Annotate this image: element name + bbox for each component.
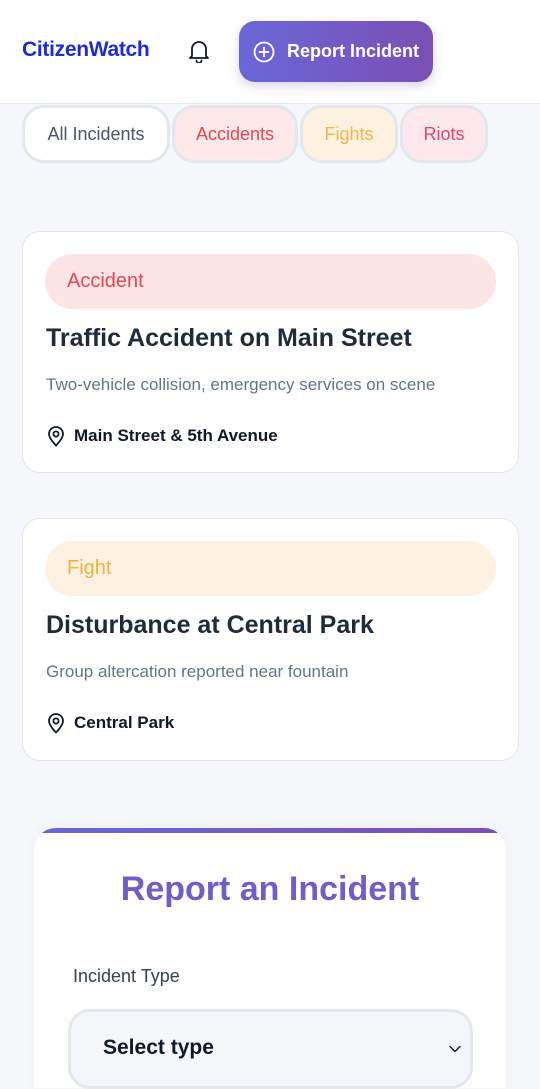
- chevron-down-icon: [448, 1042, 462, 1056]
- incident-title: Disturbance at Central Park: [46, 611, 374, 639]
- incident-location: Central Park: [46, 712, 174, 734]
- filter-fights[interactable]: Fights: [300, 105, 398, 163]
- incident-location: Main Street & 5th Avenue: [46, 425, 278, 447]
- incident-location-text: Central Park: [74, 713, 175, 732]
- filter-all-incidents[interactable]: All Incidents: [22, 105, 170, 163]
- incident-type-badge: Fight: [45, 541, 496, 596]
- report-incident-button[interactable]: Report Incident: [239, 21, 433, 82]
- brand-logo[interactable]: CitizenWatch: [22, 38, 150, 62]
- incident-type-select[interactable]: Select type: [68, 1009, 473, 1089]
- incident-description: Group altercation reported near fountain: [46, 662, 349, 681]
- plus-circle-icon: [253, 41, 275, 63]
- incident-card[interactable]: Accident Traffic Accident on Main Street…: [22, 231, 519, 473]
- form-accent-bar: [34, 828, 506, 833]
- incident-type-label: Incident Type: [73, 966, 180, 986]
- incident-title: Traffic Accident on Main Street: [46, 324, 412, 352]
- location-pin-icon: [46, 712, 66, 734]
- report-form-title: Report an Incident: [120, 870, 420, 908]
- top-bar: CitizenWatch Report Incident: [0, 0, 540, 104]
- incident-location-text: Main Street & 5th Avenue: [74, 426, 278, 445]
- location-pin-icon: [46, 425, 66, 447]
- incident-type-value: Select type: [103, 1036, 214, 1059]
- incident-type-badge: Accident: [45, 254, 496, 309]
- filter-accidents[interactable]: Accidents: [172, 105, 298, 163]
- bell-icon[interactable]: [186, 38, 212, 64]
- incident-filter-bar: All Incidents Accidents Fights Riots: [22, 105, 522, 165]
- report-incident-label: Report Incident: [286, 41, 419, 61]
- incident-card[interactable]: Fight Disturbance at Central Park Group …: [22, 518, 519, 761]
- incident-description: Two-vehicle collision, emergency service…: [46, 375, 436, 394]
- filter-riots[interactable]: Riots: [400, 105, 488, 163]
